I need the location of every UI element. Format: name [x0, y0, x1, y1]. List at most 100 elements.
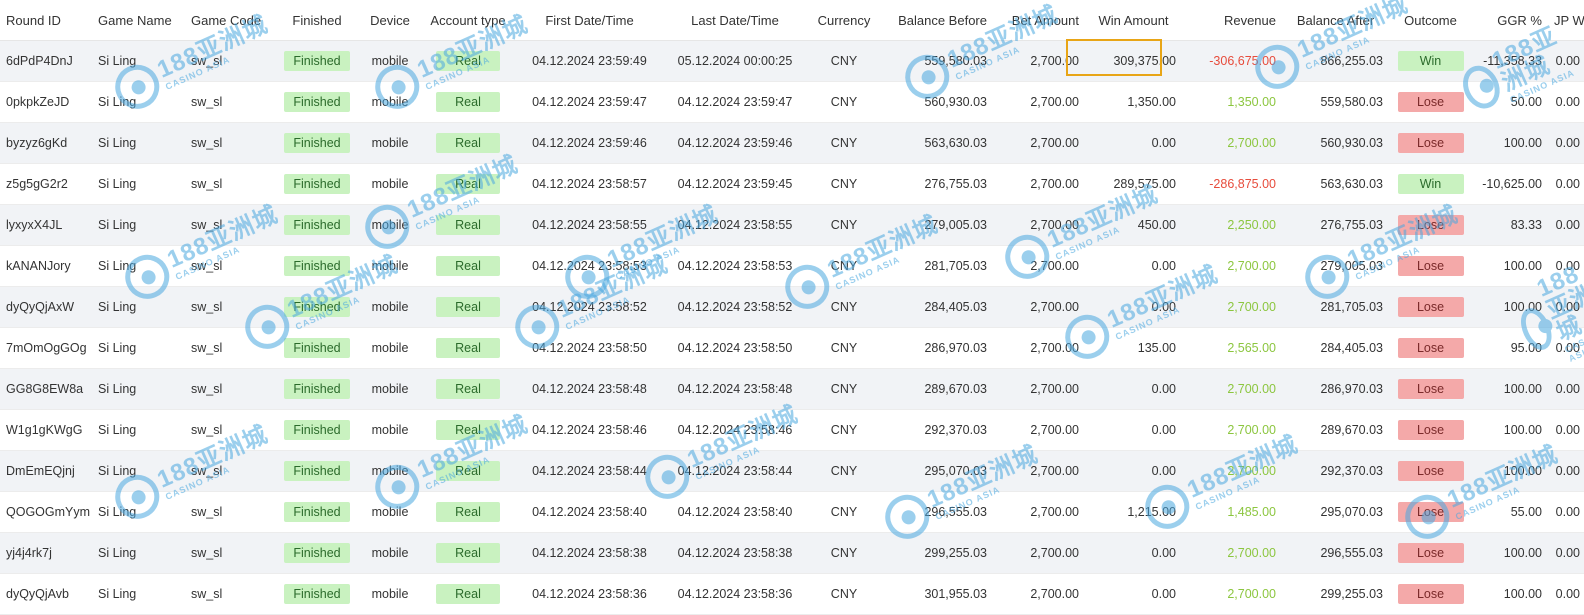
table-row[interactable]: z5g5gG2r2 Si Ling sw_sl Finished mobile Real 0… [0, 163, 1584, 205]
revenue-cell: 1,350.00 [1182, 81, 1282, 123]
game-code-cell: sw_sl [185, 327, 273, 369]
account-type-badge: Real [436, 215, 500, 235]
balance-after-cell: 292,370.03 [1282, 450, 1389, 492]
currency-cell: CNY [808, 40, 880, 82]
revenue-cell: 2,700.00 [1182, 286, 1282, 328]
balance-before-cell: 295,070.03 [880, 450, 993, 492]
round-id-cell: lyxyxX4JL [0, 204, 92, 246]
balance-before-cell: 296,555.03 [880, 491, 993, 533]
first-date-cell: 04.12.2024 23:58:53 [517, 245, 662, 287]
table-row[interactable]: byzyz6gKd Si Ling sw_sl Finished mobile Real 0… [0, 122, 1584, 164]
column-header-jp-win[interactable]: JP Win [1548, 0, 1584, 41]
column-header-round-id[interactable]: Round ID [0, 0, 92, 41]
table-row[interactable]: 6dPdP4DnJ Si Ling sw_sl Finished mobile Real 0… [0, 40, 1584, 82]
bet-amount-cell: 2,700.00 [993, 163, 1085, 205]
column-header-currency[interactable]: Currency [808, 0, 880, 41]
table-row[interactable]: lyxyxX4JL Si Ling sw_sl Finished mobile Real 0… [0, 204, 1584, 246]
outcome-cell: Lose [1389, 532, 1472, 574]
table-row[interactable]: kANANJory Si Ling sw_sl Finished mobile Real 0… [0, 245, 1584, 287]
balance-after-cell: 279,005.03 [1282, 245, 1389, 287]
bet-amount-cell: 2,700.00 [993, 245, 1085, 287]
table-row[interactable]: 0pkpkZeJD Si Ling sw_sl Finished mobile Real 0… [0, 81, 1584, 123]
balance-before-cell: 279,005.03 [880, 204, 993, 246]
table-header: Round ID Game Name Game Code Finished De… [0, 0, 1584, 41]
finished-badge: Finished [284, 543, 350, 563]
first-date-cell: 04.12.2024 23:59:47 [517, 81, 662, 123]
ggr-cell: 83.33 [1472, 204, 1548, 246]
round-id-cell: dyQyQjAvb [0, 573, 92, 615]
finished-badge: Finished [284, 584, 350, 604]
game-name-cell: Si Ling [92, 409, 185, 451]
column-header-bet-amount[interactable]: Bet Amount [993, 0, 1085, 41]
device-cell: mobile [361, 532, 419, 574]
finished-cell: Finished [273, 491, 361, 533]
column-header-ggr[interactable]: GGR % [1472, 0, 1548, 41]
column-header-account-type[interactable]: Account type [419, 0, 517, 41]
account-type-badge: Real [436, 92, 500, 112]
last-date-cell: 04.12.2024 23:59:46 [662, 122, 808, 164]
round-id-cell: byzyz6gKd [0, 122, 92, 164]
column-header-balance-before[interactable]: Balance Before [880, 0, 993, 41]
jp-win-cell: 0.00 [1548, 409, 1584, 451]
last-date-cell: 04.12.2024 23:59:47 [662, 81, 808, 123]
balance-before-cell: 289,670.03 [880, 368, 993, 410]
ggr-cell: 100.00 [1472, 409, 1548, 451]
finished-cell: Finished [273, 81, 361, 123]
column-header-win-amount[interactable]: Win Amount [1085, 0, 1182, 41]
account-type-badge: Real [436, 584, 500, 604]
win-amount-cell: 0.00 [1085, 532, 1182, 574]
column-header-game-code[interactable]: Game Code [185, 0, 273, 41]
table-row[interactable]: W1g1gKWgG Si Ling sw_sl Finished mobile Real 0… [0, 409, 1584, 451]
last-date-cell: 04.12.2024 23:58:55 [662, 204, 808, 246]
revenue-cell: 2,250.00 [1182, 204, 1282, 246]
column-header-finished[interactable]: Finished [273, 0, 361, 41]
column-header-last-date-time[interactable]: Last Date/Time [662, 0, 808, 41]
finished-cell: Finished [273, 204, 361, 246]
account-type-badge: Real [436, 379, 500, 399]
account-type-cell: Real [419, 409, 517, 451]
outcome-badge: Lose [1397, 543, 1464, 563]
balance-before-cell: 276,755.03 [880, 163, 993, 205]
column-header-outcome[interactable]: Outcome [1389, 0, 1472, 41]
device-cell: mobile [361, 327, 419, 369]
bet-amount-cell: 2,700.00 [993, 409, 1085, 451]
jp-win-cell: 0.00 [1548, 327, 1584, 369]
finished-badge: Finished [284, 174, 350, 194]
table-row[interactable]: dyQyQjAvb Si Ling sw_sl Finished mobile Real 0… [0, 573, 1584, 615]
balance-before-cell: 281,705.03 [880, 245, 993, 287]
outcome-badge: Win [1397, 174, 1464, 194]
game-code-cell: sw_sl [185, 450, 273, 492]
column-header-first-date-time[interactable]: First Date/Time [517, 0, 662, 41]
balance-after-cell: 296,555.03 [1282, 532, 1389, 574]
table-row[interactable]: 7mOmOgGOg Si Ling sw_sl Finished mobile Real 0… [0, 327, 1584, 369]
ggr-cell: 100.00 [1472, 368, 1548, 410]
outcome-cell: Lose [1389, 409, 1472, 451]
device-cell: mobile [361, 491, 419, 533]
account-type-badge: Real [436, 502, 500, 522]
column-header-device[interactable]: Device [361, 0, 419, 41]
balance-after-cell: 286,970.03 [1282, 368, 1389, 410]
finished-badge: Finished [284, 215, 350, 235]
last-date-cell: 04.12.2024 23:58:53 [662, 245, 808, 287]
finished-badge: Finished [284, 461, 350, 481]
jp-win-cell: 0.00 [1548, 573, 1584, 615]
column-header-game-name[interactable]: Game Name [92, 0, 185, 41]
column-header-balance-after[interactable]: Balance After [1282, 0, 1389, 41]
win-amount-cell: 450.00 [1085, 204, 1182, 246]
finished-badge: Finished [284, 420, 350, 440]
bet-amount-cell: 2,700.00 [993, 532, 1085, 574]
outcome-cell: Lose [1389, 573, 1472, 615]
outcome-badge: Lose [1397, 133, 1464, 153]
game-code-cell: sw_sl [185, 204, 273, 246]
table-row[interactable]: GG8G8EW8a Si Ling sw_sl Finished mobile Real 0… [0, 368, 1584, 410]
table-row[interactable]: DmEmEQjnj Si Ling sw_sl Finished mobile Real 0… [0, 450, 1584, 492]
jp-win-cell: 0.00 [1548, 122, 1584, 164]
round-id-cell: 7mOmOgGOg [0, 327, 92, 369]
table-row[interactable]: dyQyQjAxW Si Ling sw_sl Finished mobile Real 0… [0, 286, 1584, 328]
balance-before-cell: 560,930.03 [880, 81, 993, 123]
device-cell: mobile [361, 450, 419, 492]
finished-cell: Finished [273, 286, 361, 328]
column-header-revenue[interactable]: Revenue [1182, 0, 1282, 41]
table-row[interactable]: yj4j4rk7j Si Ling sw_sl Finished mobile Real 0… [0, 532, 1584, 574]
table-row[interactable]: QOGOGmYym Si Ling sw_sl Finished mobile Real 0… [0, 491, 1584, 533]
